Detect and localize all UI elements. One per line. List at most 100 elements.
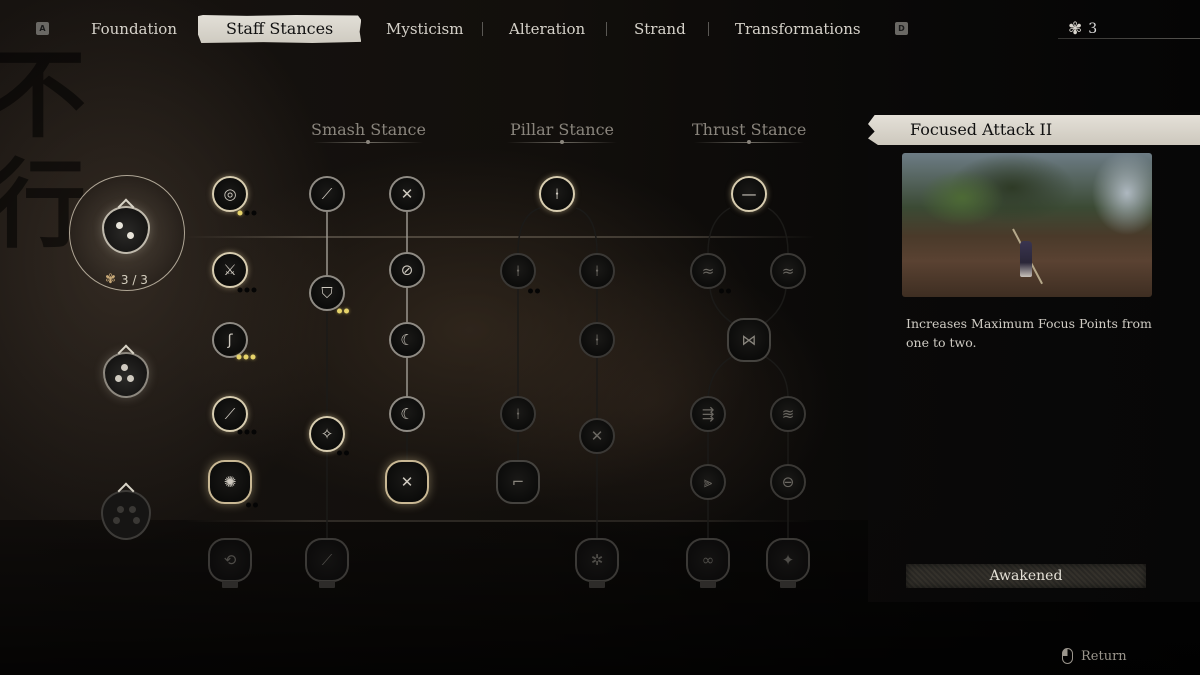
skill-level-pips <box>337 450 349 456</box>
skill-level-pips <box>528 288 540 294</box>
skill-node-spin-strike[interactable]: ⟲ <box>208 538 252 588</box>
tab-separator <box>482 22 483 36</box>
divider-line-bottom <box>185 520 815 522</box>
skill-node-thrust-multi[interactable]: ⇶ <box>690 396 726 432</box>
skill-node-crescent-fire[interactable]: ☾ <box>389 396 425 432</box>
thrust-feather-icon: ⫸ <box>703 472 713 491</box>
skill-node-thrust-cross[interactable]: ⋈ <box>727 318 771 362</box>
pillar-root-icon: ⍿ <box>555 184 559 203</box>
crossed-fire-icon: ✕ <box>400 472 414 491</box>
skill-node-thrust-wave-left[interactable]: ≈ <box>690 253 726 289</box>
tab-transformations[interactable]: Transformations <box>735 15 861 43</box>
skill-node-staff-flurry[interactable]: ⟋ <box>212 396 248 432</box>
prev-tab-key-hint[interactable]: A <box>36 22 49 35</box>
skill-node-smash-fire[interactable]: ⟋ <box>305 538 349 588</box>
thrust-wave-left-icon: ≈ <box>701 261 715 280</box>
skill-level-pips <box>237 210 257 216</box>
skill-level-pips <box>237 429 257 435</box>
thrust-star-icon: ✦ <box>781 550 795 569</box>
header-ornament <box>694 140 805 145</box>
crescent-icon: ☾ <box>400 330 414 349</box>
skill-level-pips <box>719 288 731 294</box>
skill-node-pillar-hook[interactable]: ⌐ <box>496 460 540 504</box>
spark-swirl-icon: ✾ <box>1068 19 1083 39</box>
divider-line-top <box>185 236 815 238</box>
tab-foundation[interactable]: Foundation <box>91 15 177 43</box>
skill-node-smash-charge[interactable]: ⟋ <box>309 176 345 212</box>
pillar-grass-icon: ⍿ <box>516 261 520 280</box>
column-header-smash: Smash Stance <box>311 120 426 145</box>
staff-flurry-icon: ⟋ <box>224 404 236 423</box>
stance-points: ✾ 3 / 3 <box>105 272 148 287</box>
spin-strike-icon: ⟲ <box>223 550 237 569</box>
thrust-spiral-icon: ∞ <box>701 550 715 569</box>
skill-node-thrust-wave-right[interactable]: ≈ <box>770 253 806 289</box>
skill-title: Focused Attack II <box>868 115 1200 145</box>
focus-flame-icon: ◎ <box>223 184 237 203</box>
skill-node-thrust-ring[interactable]: ⊖ <box>770 464 806 500</box>
smash-charge-icon: ⟋ <box>321 184 333 203</box>
thrust-flow-icon: ≋ <box>781 404 795 423</box>
header-ornament <box>313 140 424 145</box>
skill-status-button[interactable]: Awakened <box>906 564 1146 588</box>
skill-node-slash-circle[interactable]: ⊘ <box>389 252 425 288</box>
tab-alteration[interactable]: Alteration <box>509 15 585 43</box>
spark-underline <box>1058 38 1200 39</box>
skill-node-pillar-grass[interactable]: ⍿ <box>500 253 536 289</box>
skill-node-pillar-burst[interactable]: ✲ <box>575 538 619 588</box>
pillar-hook-icon: ⌐ <box>511 472 525 491</box>
skill-node-thrust-star[interactable]: ✦ <box>766 538 810 588</box>
skill-node-crossed-fire[interactable]: ✕ <box>385 460 429 504</box>
thrust-ring-icon: ⊖ <box>781 472 795 491</box>
skill-node-pillar-lean[interactable]: ⍿ <box>500 396 536 432</box>
pillar-swirl-icon: ⍿ <box>595 261 599 280</box>
skill-node-pillar-swirl[interactable]: ⍿ <box>579 253 615 289</box>
skill-node-crescent[interactable]: ☾ <box>389 322 425 358</box>
skill-node-thrust-flow[interactable]: ≋ <box>770 396 806 432</box>
thrust-wave-right-icon: ≈ <box>781 261 795 280</box>
skill-node-smash-sparkle[interactable]: ✧ <box>309 416 345 452</box>
tab-strand[interactable]: Strand <box>634 15 686 43</box>
stance-emblem-icon <box>102 206 150 254</box>
skill-node-staff-spin[interactable]: ⚔ <box>212 252 248 288</box>
crossed-staff-icon: ✕ <box>400 184 414 203</box>
pillar-lean-icon: ⍿ <box>516 404 520 423</box>
column-header-smash-label: Smash Stance <box>311 120 426 139</box>
crescent-fire-icon: ☾ <box>400 404 414 423</box>
preview-character <box>1020 241 1032 277</box>
column-header-thrust-label: Thrust Stance <box>692 120 807 139</box>
return-button[interactable]: Return <box>1062 648 1127 664</box>
spark-swirl-icon: ✾ <box>105 272 116 287</box>
skill-node-smash-shield[interactable]: ⛉ <box>309 275 345 311</box>
skill-node-pillar-cross[interactable]: ✕ <box>579 418 615 454</box>
skill-node-whirl-staff[interactable]: ✺ <box>208 460 252 504</box>
skill-level-pips <box>337 308 349 314</box>
skill-level-pips <box>236 354 256 360</box>
stance-points-value: 3 / 3 <box>120 272 148 287</box>
top-navigation: A Foundation Staff Stances Mysticism Alt… <box>0 0 1200 58</box>
skill-node-thrust-line[interactable]: — <box>731 176 767 212</box>
skill-node-crossed-staff[interactable]: ✕ <box>389 176 425 212</box>
whirl-staff-icon: ✺ <box>223 472 237 491</box>
smash-sparkle-icon: ✧ <box>320 424 334 443</box>
skill-node-focus-flame[interactable]: ◎ <box>212 176 248 212</box>
hook-swing-icon: ʃ <box>227 330 233 349</box>
staff-spin-icon: ⚔ <box>223 260 237 279</box>
skill-node-pillar-root[interactable]: ⍿ <box>539 176 575 212</box>
slash-circle-icon: ⊘ <box>400 260 414 279</box>
skill-level-pips <box>237 287 257 293</box>
skill-level-pips <box>246 502 258 508</box>
skill-node-pillar-whirl[interactable]: ⍿ <box>579 322 615 358</box>
skill-node-thrust-spiral[interactable]: ∞ <box>686 538 730 588</box>
next-tab-key-hint[interactable]: D <box>895 22 908 35</box>
skill-node-hook-swing[interactable]: ʃ <box>212 322 248 358</box>
smash-shield-icon: ⛉ <box>321 283 333 302</box>
mouse-right-click-icon <box>1062 648 1073 664</box>
column-header-thrust: Thrust Stance <box>692 120 806 145</box>
smash-fire-icon: ⟋ <box>321 550 333 569</box>
column-header-pillar: Pillar Stance <box>507 120 617 145</box>
tab-mysticism[interactable]: Mysticism <box>386 15 463 43</box>
spark-points-counter: ✾ 3 <box>1068 18 1097 40</box>
skill-node-thrust-feather[interactable]: ⫸ <box>690 464 726 500</box>
tab-staff-stances[interactable]: Staff Stances <box>198 15 362 43</box>
